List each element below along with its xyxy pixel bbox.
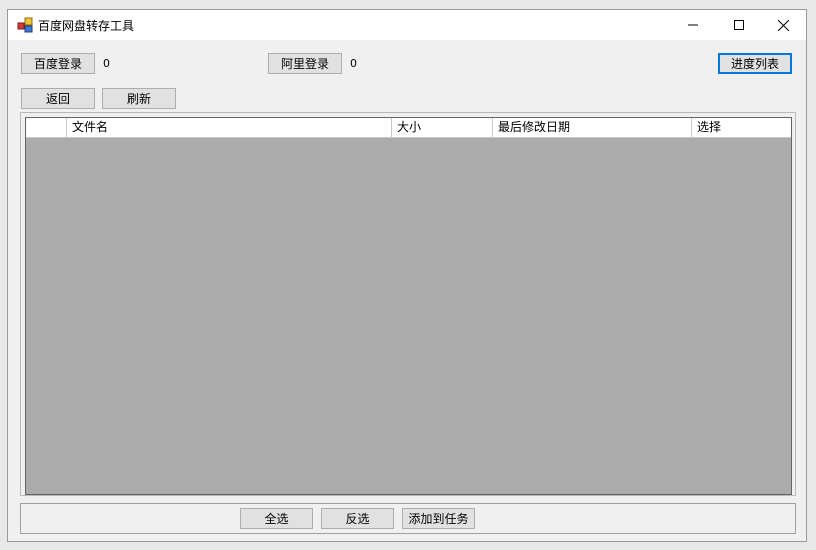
main-window: 百度网盘转存工具 百度登录 0 阿里登录 0 进度列表 返回 刷新 文件名 大小… bbox=[7, 9, 807, 542]
ali-login-button[interactable]: 阿里登录 bbox=[268, 53, 342, 74]
window-title: 百度网盘转存工具 bbox=[38, 19, 135, 33]
add-to-task-button[interactable]: 添加到任务 bbox=[402, 508, 475, 529]
baidu-login-button[interactable]: 百度登录 bbox=[21, 53, 95, 74]
minimize-icon bbox=[688, 24, 698, 26]
app-icon bbox=[17, 17, 33, 33]
maximize-button[interactable] bbox=[716, 10, 762, 40]
column-header-row-selector[interactable] bbox=[26, 118, 67, 137]
column-header-select[interactable]: 选择 bbox=[692, 118, 791, 137]
column-header-filename[interactable]: 文件名 bbox=[67, 118, 392, 137]
baidu-login-count: 0 bbox=[103, 57, 110, 70]
close-icon bbox=[777, 19, 789, 31]
column-header-size[interactable]: 大小 bbox=[392, 118, 493, 137]
back-button[interactable]: 返回 bbox=[21, 88, 95, 109]
progress-list-button[interactable]: 进度列表 bbox=[718, 53, 792, 74]
grid-header: 文件名 大小 最后修改日期 选择 bbox=[26, 118, 791, 138]
title-bar[interactable]: 百度网盘转存工具 bbox=[8, 10, 806, 40]
close-button[interactable] bbox=[760, 10, 806, 40]
file-grid[interactable]: 文件名 大小 最后修改日期 选择 bbox=[25, 117, 792, 495]
maximize-icon bbox=[734, 20, 744, 30]
invert-selection-button[interactable]: 反选 bbox=[321, 508, 394, 529]
minimize-button[interactable] bbox=[670, 10, 716, 40]
select-all-button[interactable]: 全选 bbox=[240, 508, 313, 529]
refresh-button[interactable]: 刷新 bbox=[102, 88, 176, 109]
ali-login-count: 0 bbox=[350, 57, 357, 70]
column-header-modified-date[interactable]: 最后修改日期 bbox=[493, 118, 692, 137]
